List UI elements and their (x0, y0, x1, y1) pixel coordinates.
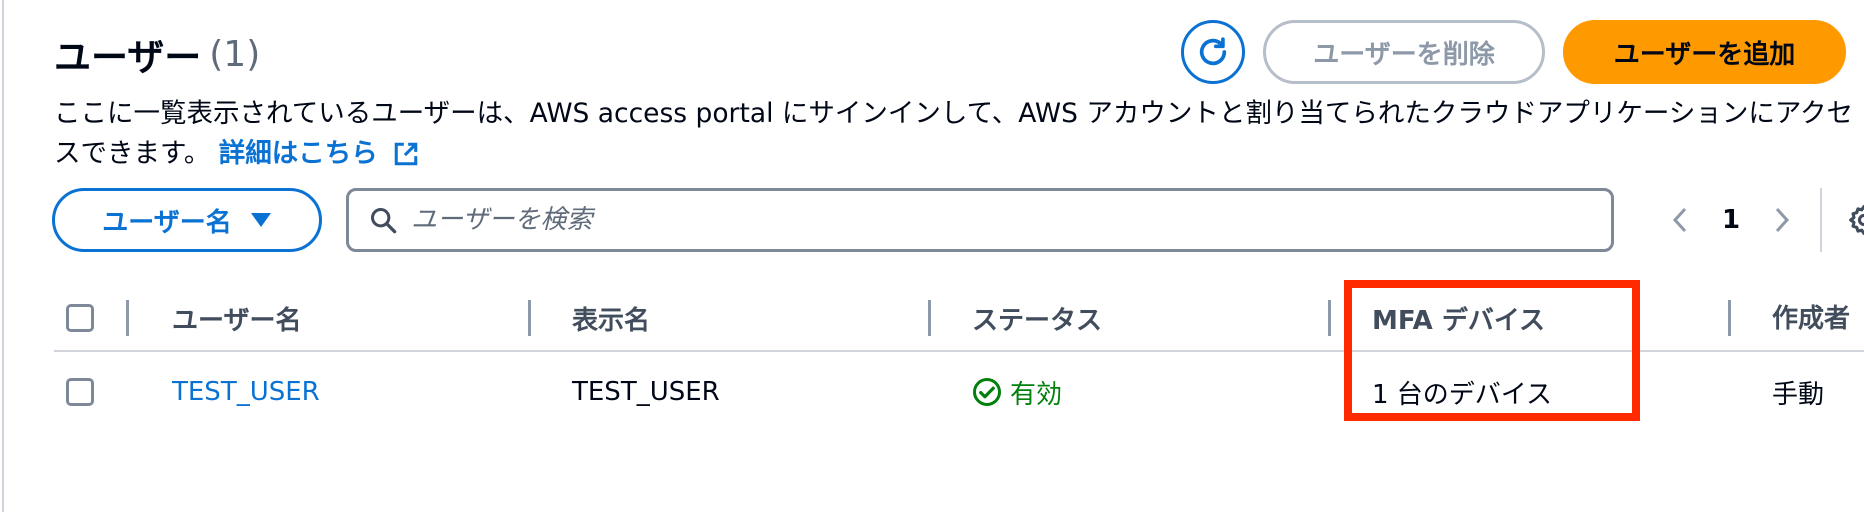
column-resizer[interactable] (1328, 300, 1331, 336)
search-box[interactable] (346, 188, 1614, 252)
refresh-button[interactable] (1181, 20, 1245, 84)
select-all-checkbox[interactable] (66, 304, 94, 332)
search-input[interactable] (411, 205, 1561, 235)
current-page[interactable]: 1 (1708, 205, 1754, 235)
row-checkbox[interactable] (66, 378, 94, 406)
status-cell: 有効 (972, 352, 1062, 432)
pagination: 1 (1652, 188, 1810, 252)
highlight-box (1344, 280, 1640, 421)
user-count: (1) (209, 33, 261, 75)
column-header-display-name[interactable]: 表示名 (572, 286, 650, 350)
column-resizer[interactable] (928, 300, 931, 336)
search-icon (370, 207, 397, 234)
delete-user-button[interactable]: ユーザーを削除 (1263, 20, 1545, 84)
row-select-cell (66, 352, 94, 432)
column-header-status[interactable]: ステータス (972, 286, 1102, 350)
filter-bar: ユーザー名 1 (52, 188, 1864, 254)
chevron-right-icon (1775, 207, 1790, 233)
preferences-button[interactable] (1842, 198, 1864, 242)
page-title: ユーザー (54, 36, 202, 79)
property-filter-label: ユーザー名 (102, 207, 232, 238)
page-description: ここに一覧表示されているユーザーは、AWS access portal にサイン… (54, 94, 1854, 174)
pager-divider (1820, 188, 1822, 252)
add-user-button[interactable]: ユーザーを追加 (1563, 20, 1846, 84)
gear-icon (1849, 204, 1864, 236)
created-by: 手動 (1772, 379, 1825, 410)
property-filter-select[interactable]: ユーザー名 (52, 188, 322, 252)
column-resizer[interactable] (126, 300, 129, 336)
learn-more-link[interactable]: 詳細はこちら (219, 138, 419, 169)
select-all-cell (66, 286, 94, 350)
column-header-created-by[interactable]: 作成者 (1772, 286, 1864, 350)
status-text: 有効 (1010, 379, 1063, 410)
column-resizer[interactable] (1728, 300, 1731, 336)
learn-more-label: 詳細はこちら (218, 138, 378, 169)
left-border (2, 0, 4, 512)
display-name: TEST_USER (572, 377, 720, 407)
refresh-icon (1199, 37, 1227, 66)
check-circle-icon (973, 378, 1001, 406)
previous-page-button[interactable] (1652, 188, 1708, 252)
page-header: ユーザー (1) (54, 26, 260, 82)
username-link[interactable]: TEST_USER (172, 352, 320, 432)
column-resizer[interactable] (528, 300, 531, 336)
next-page-button[interactable] (1754, 188, 1810, 252)
caret-down-icon (250, 213, 271, 227)
column-header-username[interactable]: ユーザー名 (172, 286, 301, 350)
header-actions: ユーザーを削除 ユーザーを追加 (1181, 20, 1846, 84)
chevron-left-icon (1672, 207, 1687, 233)
external-link-icon (394, 142, 418, 166)
